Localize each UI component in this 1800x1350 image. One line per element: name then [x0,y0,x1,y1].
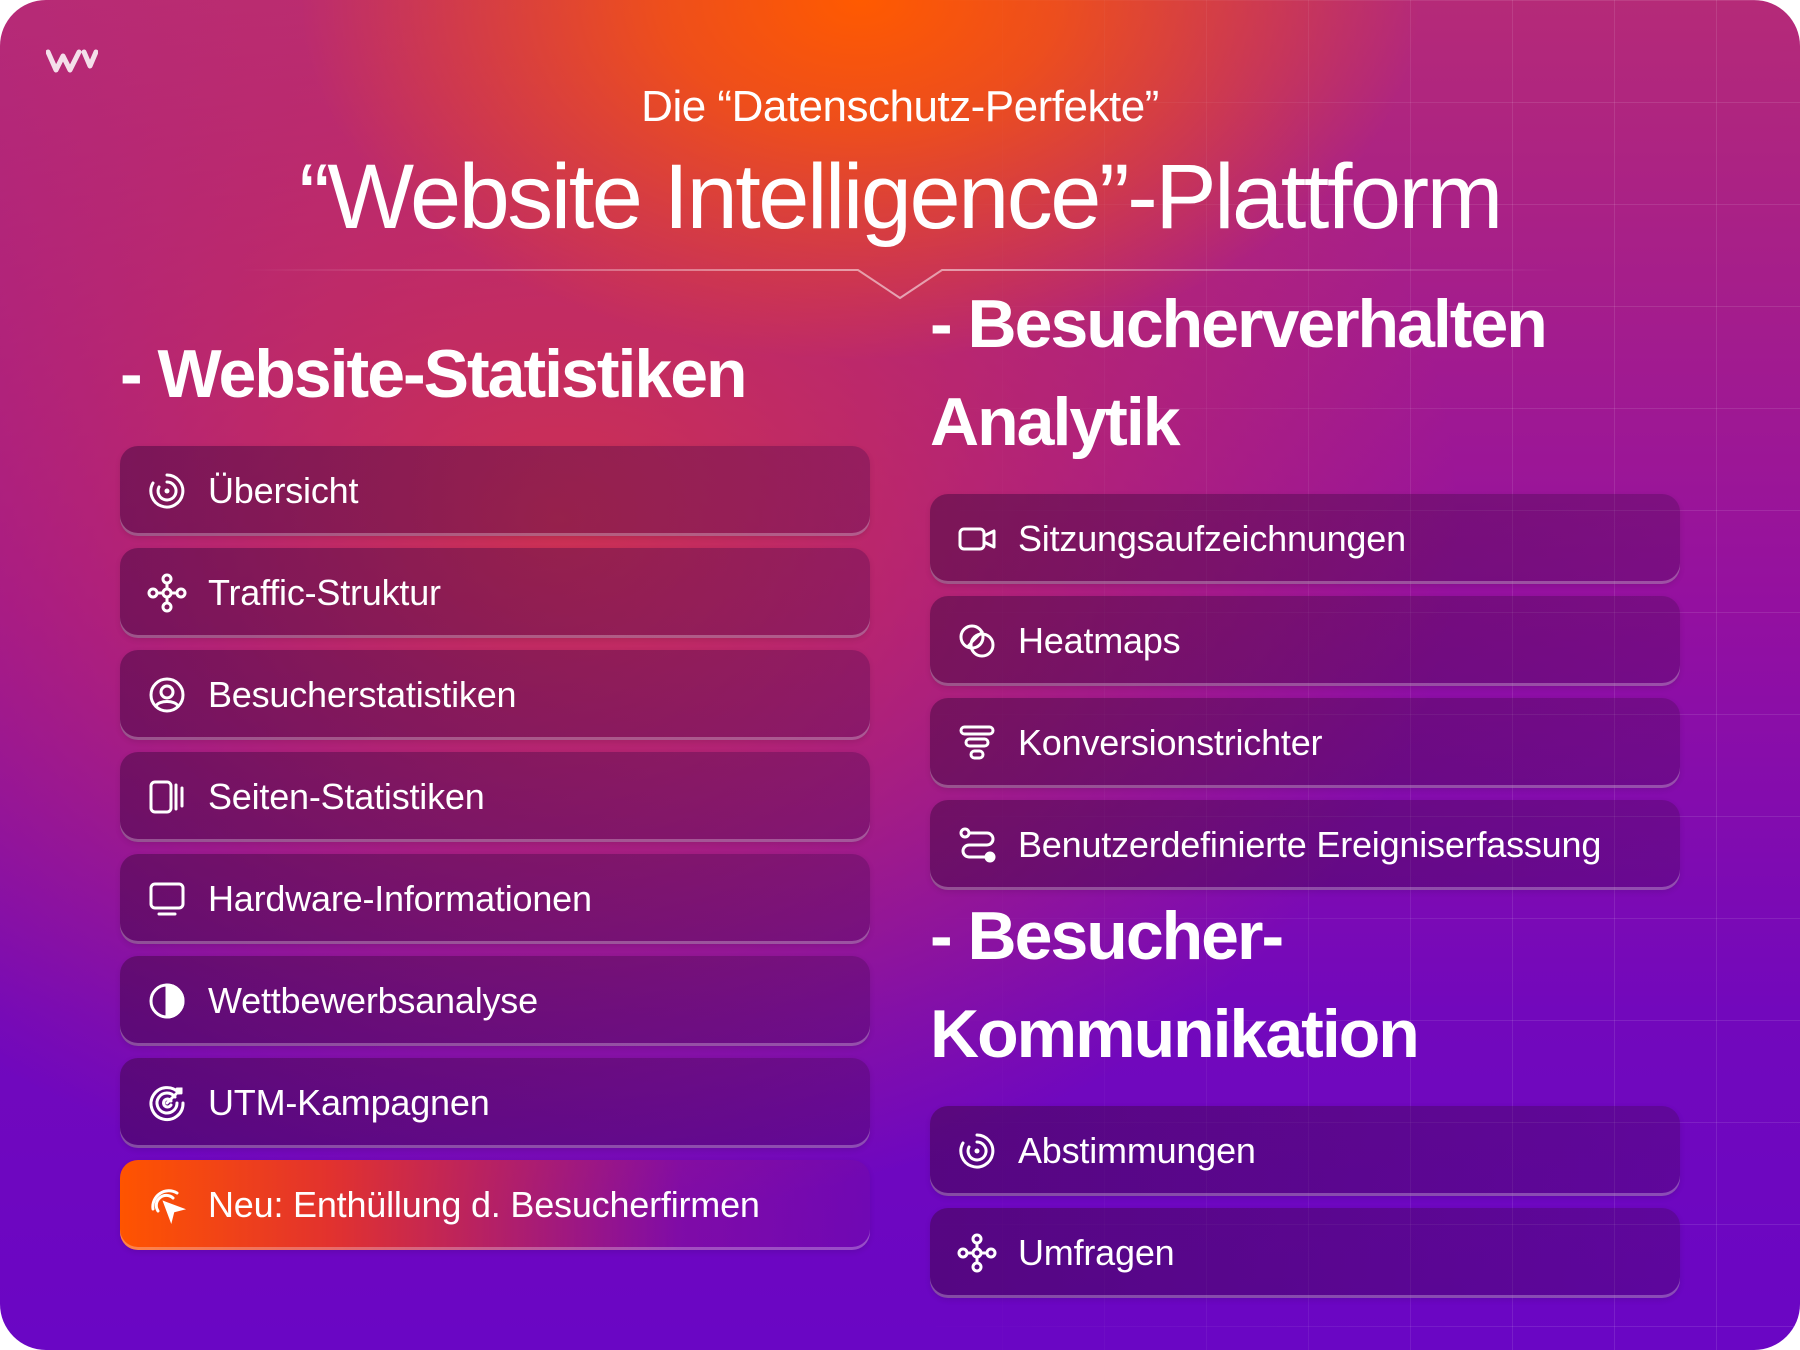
feature-item-label: Umfragen [1018,1232,1175,1273]
route-icon [956,824,998,866]
heading-behavior-line1: - Besucherverhalten [930,286,1548,362]
radar-cursor-icon [146,1184,188,1226]
contrast-icon [146,980,188,1022]
heading-communication-line1: - Besucher- [930,898,1284,974]
heading-website-stats: - Website-Statistiken [120,336,748,412]
user-circle-icon [146,674,188,716]
feature-item-label: Sitzungsaufzeichnungen [1018,518,1406,559]
feature-item-label: Hardware-Informationen [208,878,592,919]
feature-item-stats-2[interactable]: Traffic-Struktur [120,548,870,638]
target-icon [146,1082,188,1124]
gauge-icon [146,470,188,512]
video-camera-icon [956,518,998,560]
feature-item-label: Heatmaps [1018,620,1181,661]
feature-item-stats-6[interactable]: Wettbewerbsanalyse [120,956,870,1046]
feature-item-label: Besucherstatistiken [208,674,517,715]
feature-card: Die “Datenschutz-Perfekte” “Website Inte… [0,0,1800,1350]
feature-item-stats-1[interactable]: Übersicht [120,446,870,536]
gauge-icon [956,1130,998,1172]
network-icon [956,1232,998,1274]
heading-communication-line2: Kommunikation [930,996,1420,1072]
feature-item-communication-1[interactable]: Abstimmungen [930,1106,1680,1196]
feature-item-label: Traffic-Struktur [208,572,441,613]
feature-item-label: UTM-Kampagnen [208,1082,490,1123]
page-title: “Website Intelligence”-Plattform [299,146,1503,248]
feature-item-label: Wettbewerbsanalyse [208,980,538,1021]
feature-item-stats-8[interactable]: Neu: Enthüllung d. Besucherfirmen [120,1160,870,1250]
feature-item-label: Übersicht [208,470,359,511]
feature-item-label: Konversionstrichter [1018,722,1323,763]
feature-item-behavior-1[interactable]: Sitzungsaufzeichnungen [930,494,1680,584]
feature-item-stats-3[interactable]: Besucherstatistiken [120,650,870,740]
funnel-icon [956,722,998,764]
feature-item-stats-4[interactable]: Seiten-Statistiken [120,752,870,842]
feature-item-behavior-3[interactable]: Konversionstrichter [930,698,1680,788]
monitor-icon [146,878,188,920]
heading-behavior-line2: Analytik [930,384,1181,460]
feature-item-stats-7[interactable]: UTM-Kampagnen [120,1058,870,1148]
overlap-circles-icon [956,620,998,662]
pages-icon [146,776,188,818]
feature-item-label: Seiten-Statistiken [208,776,485,817]
brand-logo-icon [46,49,98,73]
network-icon [146,572,188,614]
feature-item-behavior-2[interactable]: Heatmaps [930,596,1680,686]
feature-item-stats-5[interactable]: Hardware-Informationen [120,854,870,944]
feature-item-communication-2[interactable]: Umfragen [930,1208,1680,1298]
feature-item-label: Benutzerdefinierte Ereigniserfassung [1018,824,1602,865]
page-subtitle: Die “Datenschutz-Perfekte” [641,82,1159,131]
feature-item-behavior-4[interactable]: Benutzerdefinierte Ereigniserfassung [930,800,1680,890]
feature-item-label: Abstimmungen [1018,1130,1256,1171]
feature-item-label: Neu: Enthüllung d. Besucherfirmen [208,1184,760,1225]
